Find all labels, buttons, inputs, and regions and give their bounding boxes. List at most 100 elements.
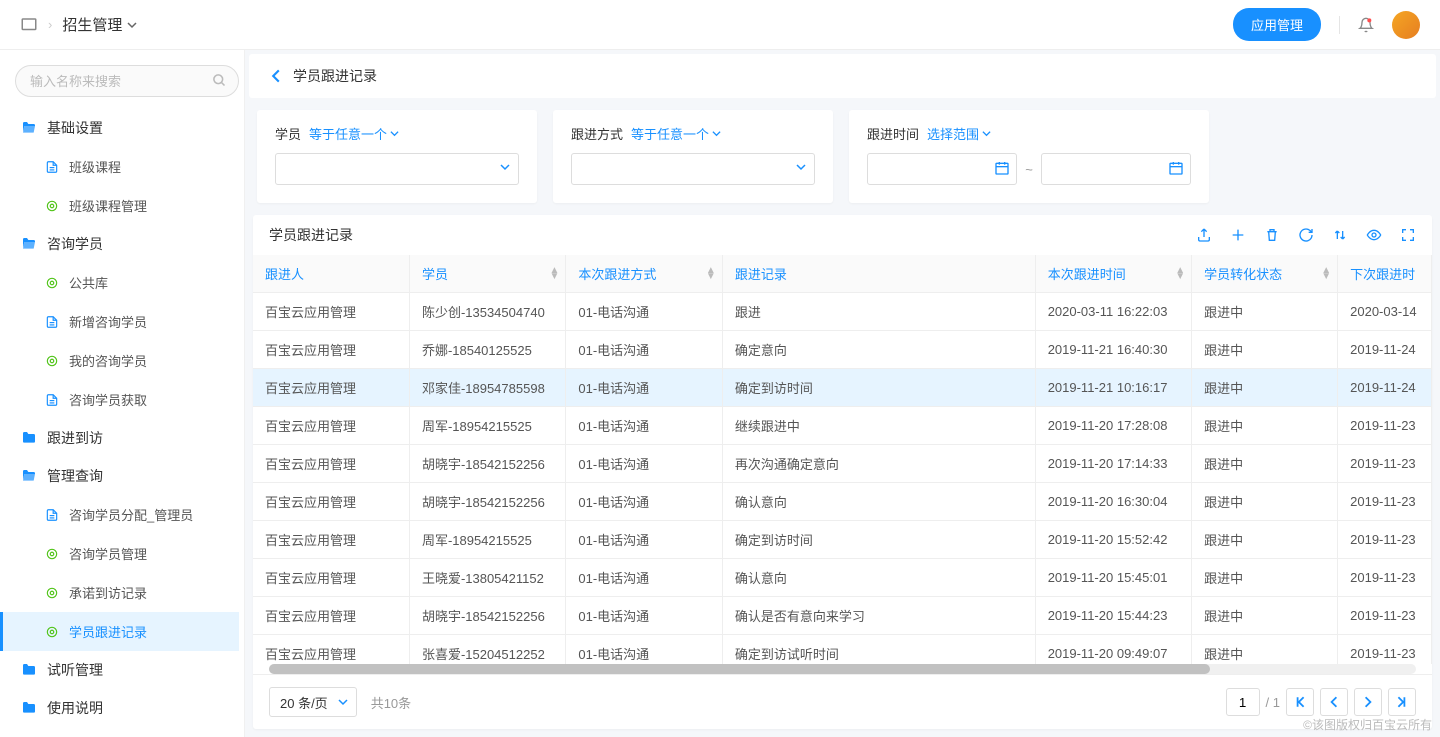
table-cell: 01-电话沟通 [566,483,722,521]
table-cell: 2019-11-20 17:14:33 [1035,445,1191,483]
sidebar-folder-label: 管理查询 [47,466,103,486]
horizontal-scrollbar[interactable] [269,664,1416,674]
app-icon[interactable] [20,16,38,34]
table-cell: 2019-11-20 16:30:04 [1035,483,1191,521]
table-cell: 陈少创-13534504740 [409,293,565,331]
table-row[interactable]: 百宝云应用管理胡晓宇-1854215225601-电话沟通再次沟通确定意向201… [253,445,1432,483]
sort-icon[interactable] [1332,227,1348,243]
page-input[interactable] [1226,688,1260,716]
table-row[interactable]: 百宝云应用管理陈少创-1353450474001-电话沟通跟进2020-03-1… [253,293,1432,331]
filter-student-select[interactable] [275,153,519,185]
sidebar-item[interactable]: 公共库 [15,263,239,302]
breadcrumb-title[interactable]: 招生管理 [62,14,137,35]
gear-icon [45,547,59,561]
table-row[interactable]: 百宝云应用管理王晓爱-1380542115201-电话沟通确认意向2019-11… [253,559,1432,597]
sort-icon: ▲▼ [549,268,559,280]
sidebar-item[interactable]: 我的咨询学员 [15,341,239,380]
page-size-select[interactable]: 20 条/页 [269,687,357,717]
calendar-icon [994,160,1010,176]
gear-icon [45,276,59,290]
sidebar-item[interactable]: 承诺到访记录 [15,573,239,612]
sidebar-folder-label: 试听管理 [47,660,103,680]
sidebar-folder[interactable]: 跟进到访 [15,419,239,457]
table-cell: 确定到访试听时间 [722,635,1035,665]
sidebar-folder[interactable]: 基础设置 [15,109,239,147]
table-cell: 跟进中 [1192,407,1338,445]
divider [1339,16,1340,34]
first-page-button[interactable] [1286,688,1314,716]
table-cell: 周军-18954215525 [409,521,565,559]
search-input[interactable] [15,65,239,97]
sidebar-item[interactable]: 咨询学员管理 [15,534,239,573]
chevron-down-icon [712,129,721,138]
table-cell: 2019-11-23 [1338,635,1432,665]
refresh-icon[interactable] [1298,227,1314,243]
table-cell: 2019-11-20 17:28:08 [1035,407,1191,445]
add-icon[interactable] [1230,227,1246,243]
page-title: 学员跟进记录 [293,66,377,86]
table-row[interactable]: 百宝云应用管理胡晓宇-1854215225601-电话沟通确认是否有意向来学习2… [253,597,1432,635]
table-header[interactable]: 学员转化状态▲▼ [1192,255,1338,293]
sidebar-item[interactable]: 新增咨询学员 [15,302,239,341]
sidebar-item[interactable]: 咨询学员分配_管理员 [15,495,239,534]
table-cell: 跟进中 [1192,483,1338,521]
filter-method-select[interactable] [571,153,815,185]
filter-method: 跟进方式 等于任意一个 [553,110,833,203]
table-cell: 01-电话沟通 [566,597,722,635]
table-row[interactable]: 百宝云应用管理乔娜-1854012552501-电话沟通确定意向2019-11-… [253,331,1432,369]
table-cell: 确认是否有意向来学习 [722,597,1035,635]
sidebar: 基础设置班级课程班级课程管理咨询学员公共库新增咨询学员我的咨询学员咨询学员获取跟… [0,50,245,737]
table-cell: 01-电话沟通 [566,369,722,407]
sidebar-folder-label: 咨询学员 [47,234,103,254]
sidebar-item[interactable]: 学员跟进记录 [0,612,239,651]
table-cell: 01-电话沟通 [566,407,722,445]
table-row[interactable]: 百宝云应用管理周军-1895421552501-电话沟通确定到访时间2019-1… [253,521,1432,559]
bell-icon[interactable] [1358,17,1374,33]
sidebar-item[interactable]: 班级课程 [15,147,239,186]
gear-icon [45,625,59,639]
sidebar-item-label: 新增咨询学员 [69,312,147,331]
table-header[interactable]: 学员▲▼ [409,255,565,293]
table-cell: 跟进中 [1192,597,1338,635]
table-header[interactable]: 本次跟进方式▲▼ [566,255,722,293]
table-cell: 百宝云应用管理 [253,369,409,407]
watermark-text: ©该图版权归百宝云所有 [1303,716,1432,733]
sidebar-folder[interactable]: 管理查询 [15,457,239,495]
filter-op-select[interactable]: 选择范围 [927,124,991,143]
export-icon[interactable] [1196,227,1212,243]
sidebar-item[interactable]: 班级课程管理 [15,186,239,225]
filter-op-select[interactable]: 等于任意一个 [309,124,399,143]
eye-icon[interactable] [1366,227,1382,243]
sidebar-folder[interactable]: 使用说明 [15,689,239,727]
table-cell: 百宝云应用管理 [253,445,409,483]
fullscreen-icon[interactable] [1400,227,1416,243]
table-row[interactable]: 百宝云应用管理周军-1895421552501-电话沟通继续跟进中2019-11… [253,407,1432,445]
table-row[interactable]: 百宝云应用管理邓家佳-1895478559801-电话沟通确定到访时间2019-… [253,369,1432,407]
filter-op-select[interactable]: 等于任意一个 [631,124,721,143]
back-icon[interactable] [269,69,283,83]
table-cell: 01-电话沟通 [566,293,722,331]
file-icon [45,160,59,174]
sidebar-folder[interactable]: 试听管理 [15,651,239,689]
table-header[interactable]: 本次跟进时间▲▼ [1035,255,1191,293]
table-cell: 2019-11-21 10:16:17 [1035,369,1191,407]
avatar[interactable] [1392,11,1420,39]
date-to-input[interactable] [1041,153,1191,185]
table-cell: 百宝云应用管理 [253,521,409,559]
table-row[interactable]: 百宝云应用管理胡晓宇-1854215225601-电话沟通确认意向2019-11… [253,483,1432,521]
delete-icon[interactable] [1264,227,1280,243]
table-title: 学员跟进记录 [269,225,353,245]
table-cell: 确认意向 [722,483,1035,521]
prev-page-button[interactable] [1320,688,1348,716]
table-row[interactable]: 百宝云应用管理张喜爱-1520451225201-电话沟通确定到访试听时间201… [253,635,1432,665]
app-manage-button[interactable]: 应用管理 [1233,8,1321,41]
chevron-down-icon [500,162,510,172]
table-cell: 确认意向 [722,559,1035,597]
sidebar-item-label: 班级课程 [69,157,121,176]
last-page-button[interactable] [1388,688,1416,716]
sidebar-item[interactable]: 咨询学员获取 [15,380,239,419]
next-page-button[interactable] [1354,688,1382,716]
sidebar-folder[interactable]: 咨询学员 [15,225,239,263]
table-cell: 邓家佳-18954785598 [409,369,565,407]
date-from-input[interactable] [867,153,1017,185]
